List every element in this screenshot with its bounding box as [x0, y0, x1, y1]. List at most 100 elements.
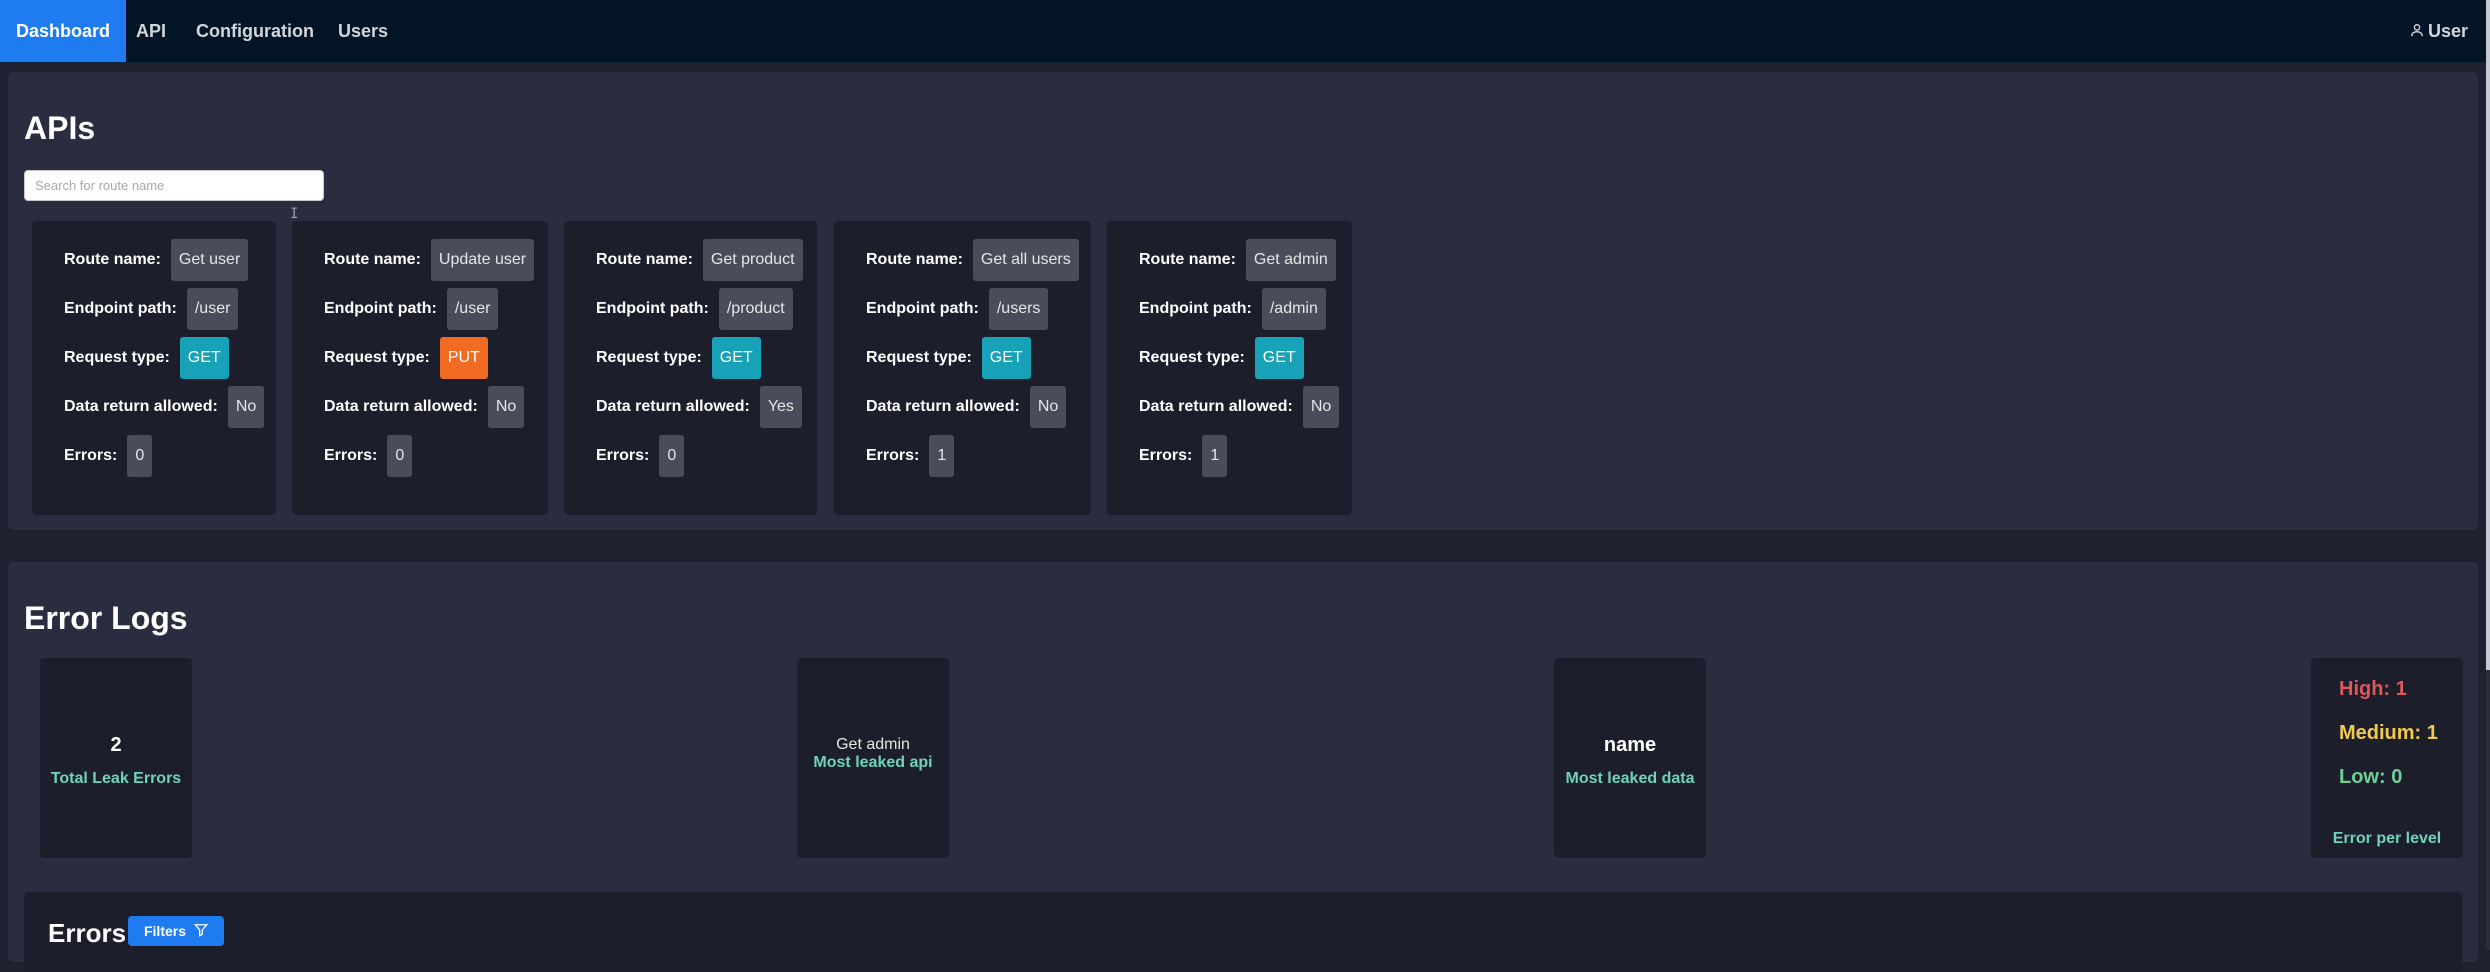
scrollbar-thumb[interactable] — [2486, 0, 2490, 670]
error-per-level-label: Error per level — [2332, 830, 2442, 847]
nav-users[interactable]: Users — [322, 0, 404, 62]
api-card-get-user[interactable]: Route name: Get user Endpoint path: /user Re… — [32, 221, 276, 515]
api-field-route: Route name: Get all users — [866, 239, 1079, 281]
most-leaked-api-value: Get admin — [836, 736, 910, 753]
endpoint-label: Endpoint path: — [324, 300, 437, 317]
api-card-get-product[interactable]: Route name: Get product Endpoint path: /pro… — [564, 221, 817, 515]
errors-value: 1 — [929, 435, 955, 477]
route-label: Route name: — [866, 251, 963, 268]
errors-value: 1 — [1202, 435, 1228, 477]
errors-title: Errors — [48, 918, 127, 948]
route-label: Route name: — [324, 251, 421, 268]
endpoint-label: Endpoint path: — [596, 300, 709, 317]
user-menu[interactable]: User — [2410, 0, 2468, 62]
api-field-data-return: Data return allowed: No — [64, 386, 265, 428]
endpoint-label: Endpoint path: — [866, 300, 979, 317]
most-leaked-data-value: name — [1603, 734, 1657, 756]
endpoint-label: Endpoint path: — [1139, 300, 1252, 317]
api-field-route: Route name: Get product — [596, 239, 803, 281]
api-field-request: Request type: GET — [866, 337, 1031, 379]
errors-section: Errors Filters — [24, 892, 2462, 972]
api-field-data-return: Data return allowed: No — [324, 386, 525, 428]
most-leaked-data-label: Most leaked data — [1565, 770, 1695, 787]
api-field-route: Route name: Get user — [64, 239, 249, 281]
endpoint-value: /user — [186, 288, 239, 330]
filter-icon — [193, 923, 209, 940]
api-field-endpoint: Endpoint path: /users — [866, 288, 1049, 330]
request-label: Request type: — [866, 349, 972, 366]
nav-dashboard[interactable]: Dashboard — [0, 0, 127, 62]
data-return-value: No — [1029, 386, 1067, 428]
data-return-value: No — [1302, 386, 1340, 428]
error-logs-title: Error Logs — [24, 600, 188, 636]
api-field-request: Request type: GET — [64, 337, 229, 379]
page-scrollbar[interactable] — [2486, 0, 2490, 950]
user-icon — [2410, 0, 2424, 62]
request-label: Request type: — [596, 349, 702, 366]
total-leak-errors-value: 2 — [110, 734, 122, 756]
route-value: Update user — [430, 239, 535, 281]
low-level-count: Low: 0 — [2339, 766, 2403, 788]
request-value: GET — [981, 337, 1031, 379]
api-field-errors: Errors: 0 — [324, 435, 413, 477]
api-field-errors: Errors: 1 — [1139, 435, 1228, 477]
route-label: Route name: — [1139, 251, 1236, 268]
top-navbar: Dashboard API Configuration Users User — [0, 0, 2486, 63]
api-field-endpoint: Endpoint path: /admin — [1139, 288, 1326, 330]
high-level-count: High: 1 — [2339, 678, 2407, 700]
nav-api[interactable]: API — [120, 0, 182, 62]
request-label: Request type: — [324, 349, 430, 366]
api-field-request: Request type: PUT — [324, 337, 488, 379]
user-label: User — [2427, 21, 2468, 41]
request-value: GET — [711, 337, 761, 379]
route-label: Route name: — [596, 251, 693, 268]
most-leaked-api-card: Get admin Most leaked api — [797, 658, 949, 858]
errors-label: Errors: — [596, 447, 650, 464]
api-card-update-user[interactable]: Route name: Update user Endpoint path: /use… — [292, 221, 548, 515]
route-label: Route name: — [64, 251, 161, 268]
api-field-route: Route name: Get admin — [1139, 239, 1336, 281]
data-return-value: Yes — [759, 386, 802, 428]
data-return-value: No — [487, 386, 525, 428]
errors-label: Errors: — [64, 447, 118, 464]
most-leaked-api-label: Most leaked api — [813, 754, 933, 771]
api-field-route: Route name: Update user — [324, 239, 535, 281]
data-return-label: Data return allowed: — [1139, 398, 1293, 415]
errors-label: Errors: — [324, 447, 378, 464]
endpoint-value: /admin — [1261, 288, 1326, 330]
error-per-level-card: High: 1 Medium: 1 Low: 0 Error per level — [2311, 658, 2463, 858]
most-leaked-data-card: name Most leaked data — [1554, 658, 1706, 858]
nav-configuration[interactable]: Configuration — [180, 0, 330, 62]
route-value: Get user — [170, 239, 249, 281]
api-field-request: Request type: GET — [596, 337, 761, 379]
endpoint-value: /users — [988, 288, 1049, 330]
apis-panel: APIs I Route name: Get user Endpoint path:… — [8, 72, 2478, 530]
api-field-request: Request type: GET — [1139, 337, 1304, 379]
route-search-input[interactable] — [24, 170, 324, 201]
filters-label: Filters — [143, 923, 186, 939]
endpoint-value: /product — [718, 288, 793, 330]
errors-value: 0 — [659, 435, 685, 477]
errors-label: Errors: — [866, 447, 920, 464]
apis-title: APIs — [24, 110, 96, 146]
errors-value: 0 — [387, 435, 413, 477]
text-cursor-icon: I — [290, 206, 299, 222]
endpoint-label: Endpoint path: — [64, 300, 177, 317]
request-label: Request type: — [1139, 349, 1245, 366]
api-card-get-admin[interactable]: Route name: Get admin Endpoint path: /admin… — [1107, 221, 1352, 515]
api-field-endpoint: Endpoint path: /product — [596, 288, 793, 330]
api-field-endpoint: Endpoint path: /user — [64, 288, 239, 330]
api-field-data-return: Data return allowed: No — [1139, 386, 1340, 428]
request-value: GET — [1254, 337, 1304, 379]
api-field-data-return: Data return allowed: Yes — [596, 386, 802, 428]
error-logs-panel: Error Logs 2 Total Leak Errors Get admin… — [8, 562, 2478, 972]
route-value: Get all users — [972, 239, 1079, 281]
api-field-errors: Errors: 0 — [596, 435, 685, 477]
api-card-get-all-users[interactable]: Route name: Get all users Endpoint path: /u… — [834, 221, 1091, 515]
data-return-value: No — [227, 386, 265, 428]
route-value: Get product — [702, 239, 803, 281]
total-leak-errors-label: Total Leak Errors — [50, 770, 182, 787]
filters-button[interactable]: Filters — [128, 916, 224, 946]
request-label: Request type: — [64, 349, 170, 366]
request-value: PUT — [439, 337, 488, 379]
